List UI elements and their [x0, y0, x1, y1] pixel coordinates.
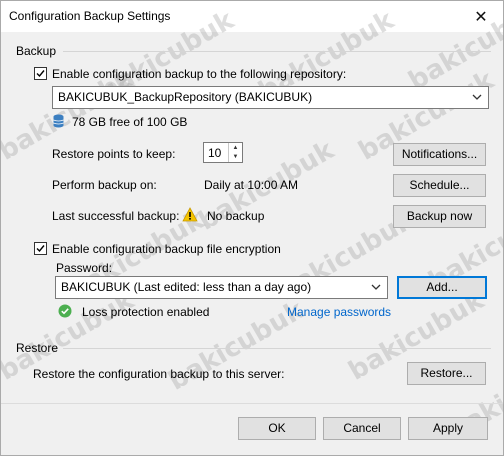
repository-select[interactable]: BAKICUBUK_BackupRepository (BAKICUBUK)	[52, 86, 489, 109]
schedule-button[interactable]: Schedule...	[393, 174, 486, 197]
cancel-button[interactable]: Cancel	[323, 417, 401, 440]
chevron-down-icon	[370, 277, 382, 298]
storage-free-text: 78 GB free of 100 GB	[72, 115, 188, 129]
password-select[interactable]: BAKICUBUK (Last edited: less than a day …	[55, 276, 388, 299]
apply-button[interactable]: Apply	[408, 417, 488, 440]
title-bar: Configuration Backup Settings ✕	[1, 1, 503, 32]
last-backup-value: No backup	[207, 209, 265, 223]
check-circle-icon	[58, 304, 72, 321]
perform-backup-value: Daily at 10:00 AM	[204, 178, 299, 192]
last-backup-label: Last successful backup:	[52, 209, 180, 223]
loss-protection-text: Loss protection enabled	[82, 305, 210, 319]
database-icon	[53, 114, 64, 131]
checkmark-icon	[36, 245, 45, 253]
backup-now-button[interactable]: Backup now	[393, 205, 486, 228]
restore-text: Restore the configuration backup to this…	[33, 367, 285, 381]
enable-encryption-checkbox[interactable]	[34, 242, 47, 255]
warning-icon	[182, 207, 198, 225]
ok-button[interactable]: OK	[238, 417, 316, 440]
notifications-button[interactable]: Notifications...	[393, 143, 486, 166]
restore-button[interactable]: Restore...	[407, 362, 486, 385]
repository-value: BAKICUBUK_BackupRepository (BAKICUBUK)	[58, 90, 313, 104]
chevron-down-icon	[471, 87, 483, 108]
close-icon: ✕	[474, 8, 488, 26]
window-title: Configuration Backup Settings	[9, 9, 171, 23]
password-label: Password:	[56, 261, 113, 275]
stepper-down-icon[interactable]: ▼	[229, 152, 242, 161]
dialog-window: Configuration Backup Settings ✕ bakicubu…	[0, 0, 504, 456]
stepper-up-icon[interactable]: ▲	[229, 143, 242, 152]
password-value: BAKICUBUK (Last edited: less than a day …	[61, 280, 312, 294]
enable-encryption-label: Enable configuration backup file encrypt…	[52, 242, 281, 256]
close-button[interactable]: ✕	[459, 1, 503, 32]
enable-backup-label: Enable configuration backup to the follo…	[52, 67, 347, 81]
restore-divider	[63, 348, 491, 349]
stepper-arrows: ▲ ▼	[228, 143, 242, 162]
backup-divider	[63, 51, 491, 52]
enable-backup-checkbox[interactable]	[34, 67, 47, 80]
manage-passwords-link[interactable]: Manage passwords	[287, 305, 391, 319]
footer-divider	[1, 403, 503, 404]
restore-points-value: 10	[208, 146, 222, 160]
restore-points-stepper[interactable]: 10 ▲ ▼	[203, 142, 243, 163]
perform-backup-label: Perform backup on:	[52, 178, 157, 192]
backup-group-label: Backup	[16, 44, 57, 58]
add-password-button[interactable]: Add...	[397, 276, 487, 299]
checkmark-icon	[36, 70, 45, 78]
restore-points-label: Restore points to keep:	[52, 147, 176, 161]
restore-group-label: Restore	[16, 341, 59, 355]
